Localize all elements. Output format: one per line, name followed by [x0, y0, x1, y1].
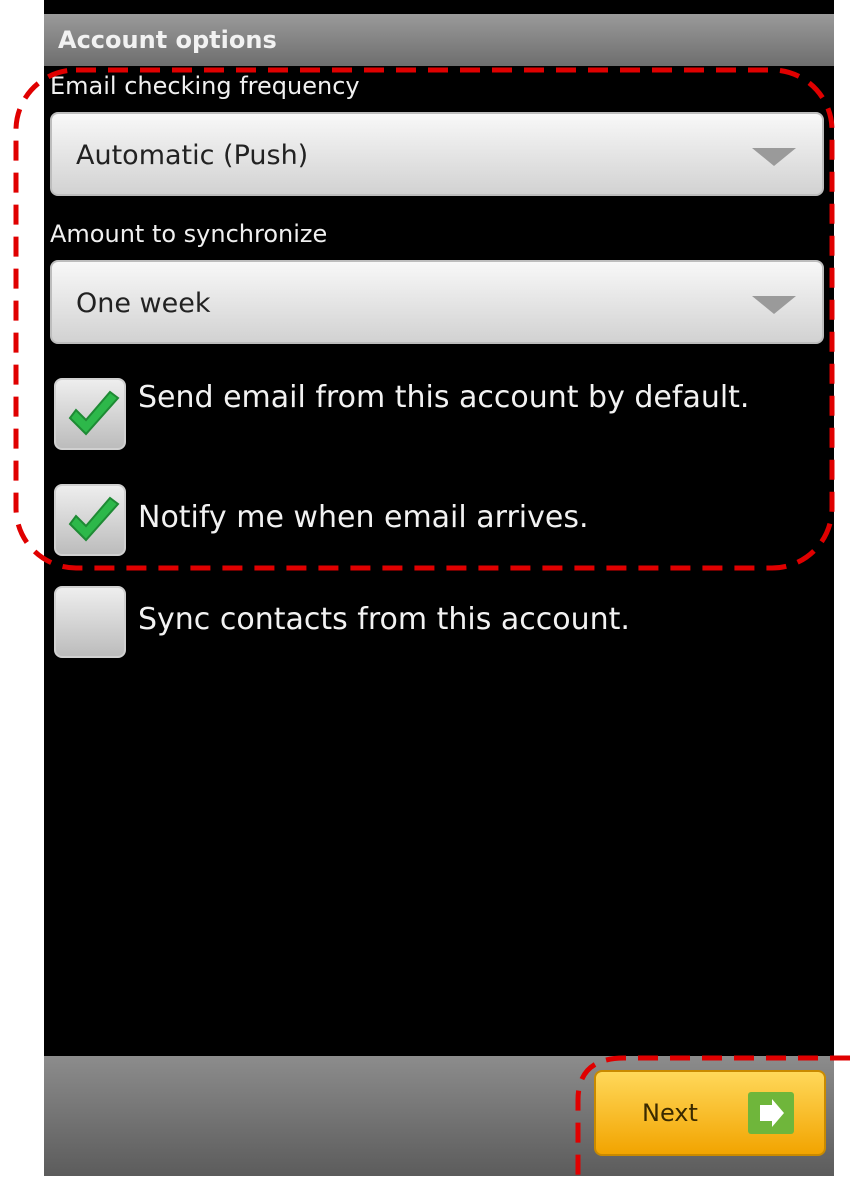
sync-amount-spinner[interactable]: One week — [50, 260, 824, 344]
chevron-down-icon — [752, 148, 796, 166]
notify-checkbox[interactable] — [54, 484, 126, 556]
notify-label: Notify me when email arrives. — [138, 500, 589, 535]
sync-contacts-checkbox[interactable] — [54, 586, 126, 658]
sync-amount-value: One week — [76, 288, 211, 319]
page-title: Account options — [58, 26, 277, 54]
next-button[interactable]: Next — [594, 1070, 826, 1156]
checkmark-icon — [68, 496, 120, 542]
email-frequency-value: Automatic (Push) — [76, 140, 309, 171]
checkmark-icon — [68, 390, 120, 436]
email-frequency-spinner[interactable]: Automatic (Push) — [50, 112, 824, 196]
send-default-row[interactable]: Send email from this account by default. — [50, 378, 830, 458]
title-bar: Account options — [44, 14, 834, 66]
chevron-down-icon — [752, 296, 796, 314]
sync-amount-label: Amount to synchronize — [50, 220, 328, 248]
arrow-right-icon — [748, 1092, 794, 1134]
send-default-label: Send email from this account by default. — [138, 380, 750, 415]
email-frequency-label: Email checking frequency — [50, 72, 360, 100]
next-button-label: Next — [642, 1099, 698, 1127]
sync-contacts-row[interactable]: Sync contacts from this account. — [50, 586, 830, 660]
send-default-checkbox[interactable] — [54, 378, 126, 450]
notify-row[interactable]: Notify me when email arrives. — [50, 484, 830, 558]
sync-contacts-label: Sync contacts from this account. — [138, 602, 630, 637]
